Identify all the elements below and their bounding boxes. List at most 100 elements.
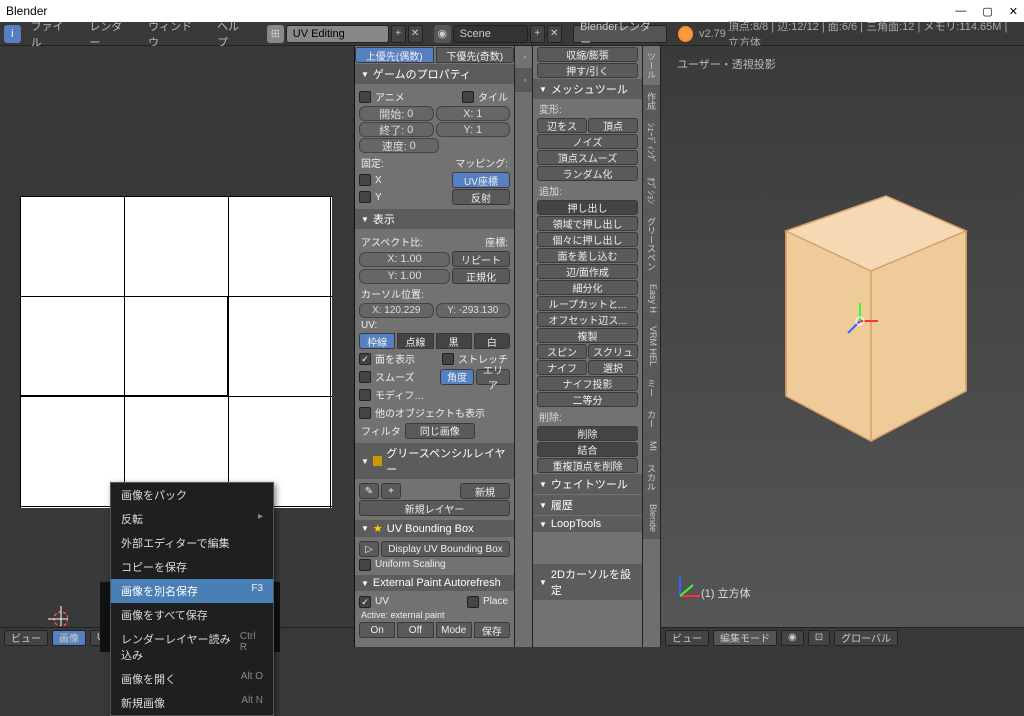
header-weight[interactable]: ウェイトツール (533, 474, 642, 494)
gp-add-icon[interactable]: + (381, 483, 401, 499)
menu-open-image[interactable]: 画像を開くAlt O (111, 667, 273, 691)
layout-selector[interactable]: UV Editing (286, 25, 389, 43)
field-start[interactable]: 開始: 0 (359, 106, 434, 121)
menu-edit-external[interactable]: 外部エディターで編集 (111, 531, 273, 555)
btn-outline[interactable]: 枠線 (359, 333, 395, 349)
menu-save-as[interactable]: 画像を別名保存F3 (111, 579, 273, 603)
btn-vertex[interactable]: 頂点 (588, 118, 638, 133)
layout-icon[interactable]: ⊞ (267, 25, 284, 43)
header-history[interactable]: 履歴 (533, 495, 642, 515)
menu-help[interactable]: ヘルプ (209, 18, 256, 50)
btn-loopcut[interactable]: ループカットと... (537, 296, 638, 311)
btn-gp-new[interactable]: 新規 (460, 483, 510, 499)
header-bbox[interactable]: ★UV Bounding Box (355, 520, 514, 537)
vtab-tools[interactable]: ツール (643, 46, 660, 86)
btn-uv-coord[interactable]: UV座標 (452, 172, 510, 188)
gp-pencil-icon[interactable]: ✎ (359, 483, 379, 499)
btn-spin[interactable]: スピン (537, 344, 587, 359)
btn-duplicate[interactable]: 複製 (537, 328, 638, 343)
scene-selector[interactable]: Scene (453, 25, 528, 43)
menu-render[interactable]: レンダー (81, 18, 138, 50)
vtab-1[interactable]: ◦ (515, 46, 532, 69)
btn-save[interactable]: 保存 (474, 622, 510, 638)
check-stretch[interactable] (442, 353, 454, 365)
header-2d-cursor[interactable]: 2Dカーソルを設定 (533, 564, 642, 600)
manipulator-icon[interactable] (840, 301, 880, 341)
info-icon[interactable]: i (4, 25, 21, 43)
check-y[interactable] (359, 191, 371, 203)
vtab-create[interactable]: 作成 (643, 86, 660, 117)
field-ty[interactable]: Y: 1 (436, 122, 511, 137)
btn-randomize[interactable]: ランダム化 (537, 166, 638, 181)
check-other-obj[interactable] (359, 407, 371, 419)
render-engine-selector[interactable]: Blenderレンダー (573, 25, 667, 43)
layout-add-icon[interactable]: + (391, 25, 406, 43)
check-tile[interactable] (462, 91, 474, 103)
vtab-blende[interactable]: Blende (643, 498, 660, 539)
check-place[interactable] (467, 596, 479, 608)
btn-subdivide[interactable]: 細分化 (537, 280, 638, 295)
btn-edge-slide[interactable]: 辺をス (537, 118, 587, 133)
check-smooth[interactable] (359, 371, 371, 383)
vtab-shading[interactable]: ｼｪｰﾃﾞｨﾝｸﾞ (643, 117, 660, 171)
field-aspect-x[interactable]: X: 1.00 (359, 252, 450, 267)
maximize-icon[interactable]: ▢ (982, 5, 992, 18)
scene-remove-icon[interactable]: ✕ (547, 25, 562, 43)
check-uv[interactable] (359, 596, 371, 608)
btn-display-bbox[interactable]: Display UV Bounding Box (381, 541, 510, 557)
scene-icon[interactable]: ◉ (434, 25, 451, 43)
menu-pack-image[interactable]: 画像をパック (111, 483, 273, 507)
btn-repeat[interactable]: リピート (452, 251, 510, 267)
btn-smooth-v[interactable]: 頂点スムーズ (537, 150, 638, 165)
check-show-face[interactable] (359, 353, 371, 365)
vf-edit-mode[interactable]: 編集モード (713, 630, 777, 646)
btn-gp-new-layer[interactable]: 新規レイヤー (359, 500, 510, 516)
vtab-vrm[interactable]: VRM HEL (643, 320, 660, 373)
vtab-easyh[interactable]: Easy H (643, 278, 660, 320)
btn-dotted[interactable]: 点線 (397, 333, 433, 349)
btn-on[interactable]: On (359, 622, 395, 638)
tab-top-odd[interactable]: 下優先(奇数) (436, 47, 515, 63)
menu-window[interactable]: ウィンドウ (140, 18, 207, 50)
btn-push-pull[interactable]: 押す/引く (537, 63, 638, 78)
vf-view[interactable]: ビュー (665, 630, 709, 646)
filter-select[interactable]: 同じ画像 (405, 423, 475, 439)
btn-knife[interactable]: ナイフ (537, 360, 587, 375)
vf-icon-2[interactable]: ⊡ (808, 630, 830, 646)
3d-viewport[interactable]: ユーザー・透視投影 (1) 立方体 ビュー 編集モード ◉ ⊡ グローバル (661, 46, 1024, 647)
menu-new-image[interactable]: 新規画像Alt N (111, 691, 273, 715)
btn-extrude-region[interactable]: 領域で押し出し (537, 216, 638, 231)
check-x[interactable] (359, 174, 371, 186)
field-end[interactable]: 終了: 0 (359, 122, 434, 137)
vtab-2[interactable]: ◦ (515, 69, 532, 92)
scene-add-icon[interactable]: + (530, 25, 545, 43)
btn-delete[interactable]: 削除 (537, 426, 638, 441)
btn-edge-face[interactable]: 辺/面作成 (537, 264, 638, 279)
btn-screw[interactable]: スクリュ (588, 344, 638, 359)
menu-invert[interactable]: 反転▸ (111, 507, 273, 531)
header-looptools[interactable]: LoopTools (533, 516, 642, 532)
vtab-mi2[interactable]: MI (643, 435, 660, 458)
vtab-gp[interactable]: グリースペン (643, 211, 660, 278)
btn-shrink[interactable]: 収縮/膨張 (537, 47, 638, 62)
btn-bisect[interactable]: 二等分 (537, 392, 638, 407)
btn-merge[interactable]: 結合 (537, 442, 638, 457)
btn-white[interactable]: 白 (474, 333, 510, 349)
menu-read-render[interactable]: レンダーレイヤー読み込みCtrl R (111, 627, 273, 667)
btn-mode[interactable]: Mode (436, 622, 472, 638)
uv-canvas[interactable] (20, 196, 332, 508)
header-game[interactable]: ゲームのプロパティ (355, 64, 514, 84)
btn-normalize[interactable]: 正規化 (452, 268, 510, 284)
btn-extrude-indiv[interactable]: 個々に押し出し (537, 232, 638, 247)
vtab-ka[interactable]: カー (643, 404, 660, 435)
header-ext[interactable]: External Paint Autorefresh (355, 575, 514, 591)
check-modifier[interactable] (359, 389, 371, 401)
minimize-icon[interactable]: — (955, 5, 966, 18)
field-cursor-y[interactable]: Y: -293.130 (436, 303, 511, 318)
menu-save-copy[interactable]: コピーを保存 (111, 555, 273, 579)
btn-black[interactable]: 黒 (436, 333, 472, 349)
check-uniform[interactable] (359, 559, 371, 571)
close-icon[interactable]: ✕ (1009, 5, 1018, 18)
vtab-options[interactable]: ｵﾌﾟｼｮﾝ (643, 171, 660, 211)
header-mesh-tools[interactable]: メッシュツール (533, 79, 642, 99)
